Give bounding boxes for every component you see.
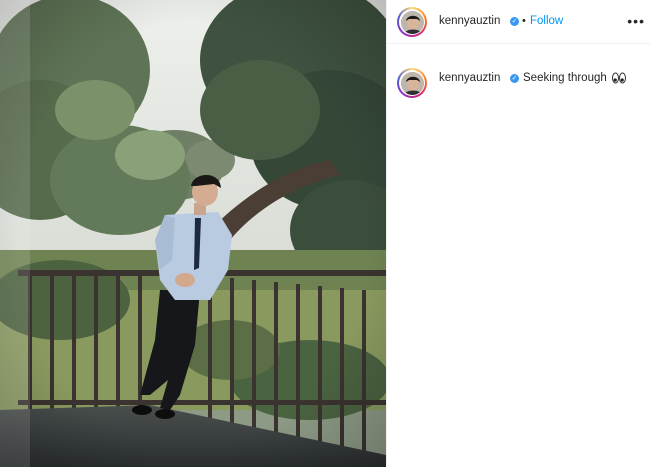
verified-badge-icon: ✓ xyxy=(510,74,519,83)
avatar-photo xyxy=(400,71,424,95)
post-header: kennyauztin ✓ • Follow ••• xyxy=(387,0,650,44)
author-avatar[interactable] xyxy=(397,7,427,37)
follow-button[interactable]: Follow xyxy=(530,15,563,27)
photo-illustration xyxy=(0,0,386,467)
avatar-photo xyxy=(400,10,424,34)
caption-avatar[interactable] xyxy=(397,68,427,98)
caption-username[interactable]: kennyauztin xyxy=(439,72,500,84)
post-side-panel: kennyauztin ✓ • Follow ••• kennyauztin ✓… xyxy=(386,0,650,467)
separator-dot: • xyxy=(522,15,526,27)
verified-badge-icon: ✓ xyxy=(510,17,519,26)
post-photo[interactable] xyxy=(0,0,386,467)
more-options-icon[interactable]: ••• xyxy=(627,13,645,29)
caption-text: Seeking through xyxy=(523,72,607,84)
eyes-emoji-icon xyxy=(612,72,626,84)
author-username[interactable]: kennyauztin xyxy=(439,15,500,27)
